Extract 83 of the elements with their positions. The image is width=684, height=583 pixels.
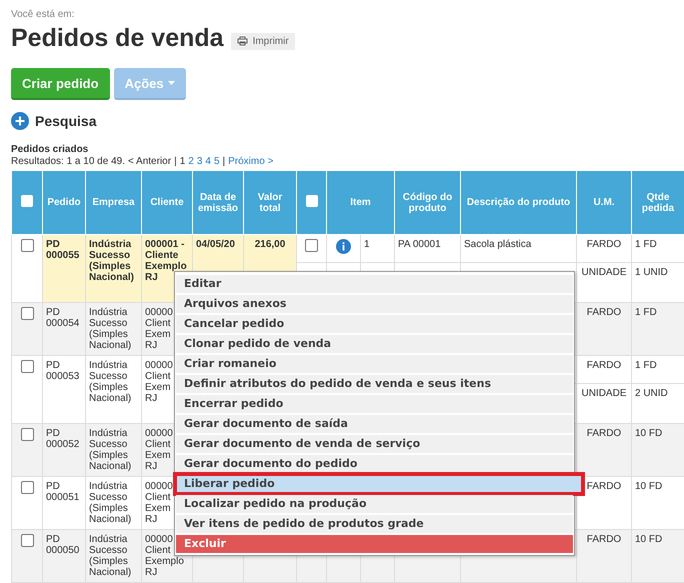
column-header: Valor total	[244, 170, 296, 234]
table-cell: PD 000053	[42, 356, 86, 424]
page-link[interactable]: 1	[180, 156, 186, 167]
column-header: Pedido	[42, 170, 86, 234]
table-cell: 1 FD	[632, 302, 684, 356]
column-header: U.M.	[576, 170, 632, 234]
table-cell: PD 000052	[42, 424, 86, 476]
menu-item[interactable]: Editar	[176, 275, 573, 293]
table-cell: 1 FD	[632, 356, 684, 384]
select-all-checkbox[interactable]	[21, 195, 33, 207]
search-toggle[interactable]: Pesquisa	[35, 113, 96, 129]
table-cell: PD 000055	[42, 234, 86, 302]
menu-item[interactable]: Gerar documento de venda de serviço	[176, 435, 573, 453]
table-cell: UNIDADE	[576, 262, 632, 302]
table-cell: 1	[360, 234, 394, 262]
table-cell: Indústria Sucesso (Simples Nacional)	[86, 356, 142, 424]
page-link[interactable]: 5	[214, 156, 220, 167]
table-cell: FARDO	[576, 234, 632, 262]
column-header: Qtde pedida	[632, 170, 684, 234]
select-all-checkbox[interactable]	[306, 195, 318, 207]
row-checkbox[interactable]	[20, 360, 34, 373]
table-cell: 1 UNID	[632, 262, 684, 302]
table-cell: PD 000051	[42, 476, 86, 530]
previous-link[interactable]: < Anterior	[128, 156, 172, 167]
table-cell: 10 FD	[632, 424, 684, 476]
table-cell: 2 UNID	[632, 384, 684, 424]
page-link[interactable]: 3	[196, 156, 202, 167]
table-cell: Indústria Sucesso (Simples Nacional)	[86, 424, 142, 476]
column-header: Data de emissão	[192, 170, 244, 234]
table-cell: FARDO	[576, 476, 632, 530]
page-link[interactable]: 4	[205, 156, 211, 167]
table-cell: Indústria Sucesso (Simples Nacional)	[86, 234, 142, 302]
printer-icon	[236, 36, 248, 46]
menu-item[interactable]: Definir atributos do pedido de venda e seus itens	[176, 375, 573, 393]
column-header: Item	[326, 170, 394, 234]
row-checkbox[interactable]	[20, 239, 34, 252]
section-title: Pedidos criados	[11, 144, 90, 155]
menu-item[interactable]: Ver itens de pedido de produtos grade	[176, 515, 573, 533]
table-cell: PD 000054	[42, 302, 86, 356]
caret-icon	[168, 81, 175, 85]
table-cell: Indústria Sucesso (Simples Nacional)	[86, 302, 142, 356]
menu-item[interactable]: Gerar documento do pedido	[176, 455, 573, 473]
table-cell: FARDO	[576, 356, 632, 384]
page-title: Pedidos de venda	[11, 23, 224, 53]
info-icon[interactable]	[336, 239, 351, 254]
menu-item[interactable]: Arquivos anexos	[176, 295, 573, 313]
menu-item[interactable]: Criar romaneio	[176, 355, 573, 373]
menu-item[interactable]: Encerrar pedido	[176, 395, 573, 413]
page-link[interactable]: 2	[188, 156, 194, 167]
table-cell: Indústria Sucesso (Simples Nacional)	[86, 530, 142, 582]
menu-item[interactable]: Excluir	[176, 535, 573, 553]
plus-icon[interactable]	[11, 112, 29, 130]
row-checkbox[interactable]	[20, 481, 34, 494]
row-checkbox[interactable]	[20, 307, 34, 320]
table-cell: FARDO	[576, 424, 632, 476]
next-link[interactable]: Próximo >	[228, 156, 274, 167]
separator: |	[174, 156, 177, 167]
table-cell: PA 00001	[394, 234, 460, 262]
row-checkbox[interactable]	[20, 428, 34, 441]
menu-item[interactable]: Liberar pedido	[176, 475, 582, 493]
table-cell: 1 FD	[632, 234, 684, 262]
column-header: Cliente	[142, 170, 192, 234]
item-checkbox[interactable]	[305, 239, 318, 252]
table-cell: 10 FD	[632, 476, 684, 530]
print-button[interactable]: Imprimir	[230, 32, 295, 50]
row-checkbox[interactable]	[20, 534, 34, 547]
column-header: Código do produto	[394, 170, 460, 234]
column-header: Empresa	[86, 170, 142, 234]
table-cell: 10 FD	[632, 530, 684, 582]
separator: |	[222, 156, 226, 167]
menu-item[interactable]: Localizar pedido na produção	[176, 495, 573, 513]
menu-item[interactable]: Clonar pedido de venda	[176, 335, 573, 353]
menu-item[interactable]: Gerar documento de saída	[176, 415, 573, 433]
menu-item[interactable]: Cancelar pedido	[176, 315, 573, 333]
table-cell: PD 000050	[42, 530, 86, 582]
results-count: Resultados: 1 a 10 de 49.	[11, 156, 125, 167]
table-cell: Sacola plástica	[460, 234, 576, 262]
table-cell: FARDO	[576, 302, 632, 356]
column-header: Descrição do produto	[460, 170, 576, 234]
table-cell: UNIDADE	[576, 384, 632, 424]
table-cell: FARDO	[576, 530, 632, 582]
breadcrumb-label: Você está em:	[11, 9, 76, 20]
table-cell: Indústria Sucesso (Simples Nacional)	[86, 476, 142, 530]
